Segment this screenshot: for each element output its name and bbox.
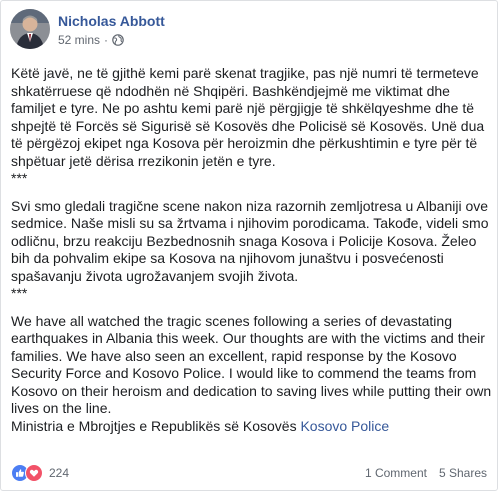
post-header: Nicholas Abbott 52 mins · xyxy=(10,9,165,53)
share-count[interactable]: 5 Shares xyxy=(439,466,487,480)
author-name[interactable]: Nicholas Abbott xyxy=(58,13,165,29)
post-timestamp[interactable]: 52 mins xyxy=(58,32,100,48)
post-subline: 52 mins · xyxy=(58,32,165,48)
facebook-post: Nicholas Abbott 52 mins · Këtë javë, ne … xyxy=(0,0,498,491)
section-separator: *** xyxy=(11,170,28,186)
globe-icon[interactable] xyxy=(112,34,124,46)
post-footer: 224 1 Comment 5 Shares xyxy=(11,463,487,483)
tag-link-kosovo-police[interactable]: Kosovo Police xyxy=(300,418,389,434)
engagement-counts: 1 Comment 5 Shares xyxy=(365,466,487,480)
love-reaction-icon xyxy=(25,464,43,482)
reaction-count[interactable]: 224 xyxy=(49,466,69,480)
post-meta: Nicholas Abbott 52 mins · xyxy=(58,13,165,48)
reactions-summary[interactable]: 224 xyxy=(11,464,69,482)
section-separator: *** xyxy=(11,285,28,301)
post-paragraph-english: We have all watched the tragic scenes fo… xyxy=(11,312,492,417)
tag-text: Ministria e Mbrojtjes e Republikës së Ko… xyxy=(11,417,297,434)
comment-count[interactable]: 1 Comment xyxy=(365,466,427,480)
post-tags: Ministria e Mbrojtjes e Republikës së Ko… xyxy=(11,418,493,436)
post-body: Këtë javë, ne të gjithë kemi parë skenat… xyxy=(11,65,493,435)
post-paragraph-serbian: Svi smo gledali tragične scene nakon niz… xyxy=(11,197,489,284)
separator-dot: · xyxy=(104,33,109,47)
avatar[interactable] xyxy=(10,9,50,49)
post-paragraph-albanian: Këtë javë, ne të gjithë kemi parë skenat… xyxy=(11,65,485,169)
